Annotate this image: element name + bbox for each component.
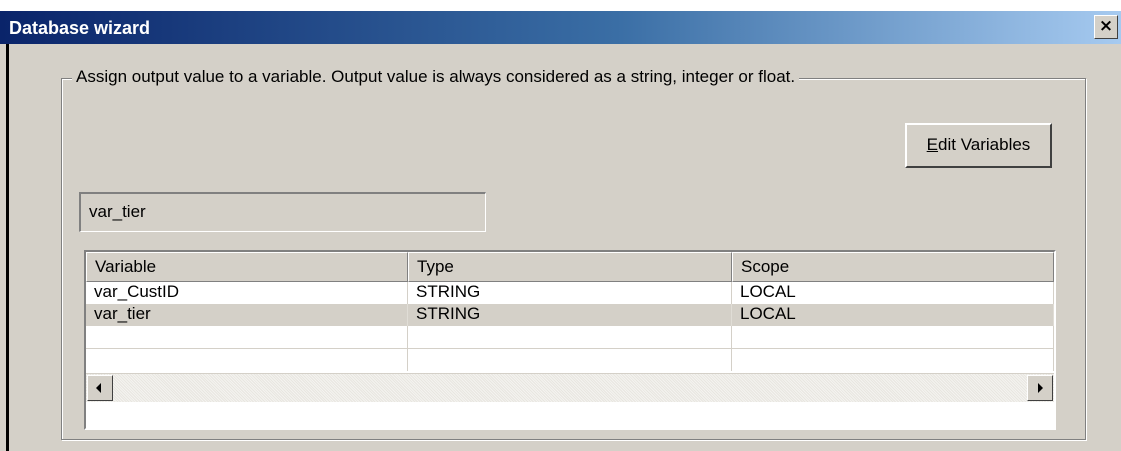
variables-list[interactable]: Variable Type Scope var_CustID STRING LO… [84, 250, 1056, 430]
close-button[interactable]: × [1094, 15, 1118, 39]
scroll-right-button[interactable] [1027, 375, 1053, 401]
list-header: Variable Type Scope [86, 252, 1054, 282]
window-left-edge [6, 44, 9, 451]
cell-empty [732, 349, 1054, 371]
cell-empty [408, 326, 732, 348]
horizontal-scrollbar[interactable] [86, 373, 1054, 402]
cell-variable: var_tier [86, 304, 408, 326]
table-row-empty[interactable] [86, 326, 1054, 349]
cell-variable: var_CustID [86, 282, 408, 304]
cell-empty [86, 349, 408, 371]
edit-variables-mnemonic: E [926, 135, 939, 154]
edit-variables-button[interactable]: Edit Variables [905, 123, 1052, 168]
groupbox-label: Assign output value to a variable. Outpu… [72, 66, 800, 88]
selected-variable-field[interactable]: var_tier [79, 192, 486, 232]
close-icon: × [1098, 16, 1114, 36]
cell-empty [732, 326, 1054, 348]
window-title: Database wizard [9, 18, 151, 38]
column-header-type[interactable]: Type [408, 252, 732, 282]
cell-type: STRING [408, 282, 732, 304]
cell-empty [86, 326, 408, 348]
cell-scope: LOCAL [732, 304, 1054, 326]
cell-scope: LOCAL [732, 282, 1054, 304]
cell-type: STRING [408, 304, 732, 326]
cell-empty [408, 349, 732, 371]
scroll-left-button[interactable] [87, 375, 113, 401]
table-row-empty[interactable] [86, 349, 1054, 371]
scroll-right-arrow-icon [1038, 383, 1043, 393]
title-bar[interactable]: Database wizard × [0, 11, 1121, 44]
scroll-left-arrow-icon [96, 383, 101, 393]
table-row[interactable]: var_CustID STRING LOCAL [86, 282, 1054, 304]
column-header-scope[interactable]: Scope [732, 252, 1054, 282]
edit-variables-label: dit Variables [938, 135, 1031, 154]
column-header-variable[interactable]: Variable [86, 252, 408, 282]
table-row[interactable]: var_tier STRING LOCAL [86, 304, 1054, 326]
